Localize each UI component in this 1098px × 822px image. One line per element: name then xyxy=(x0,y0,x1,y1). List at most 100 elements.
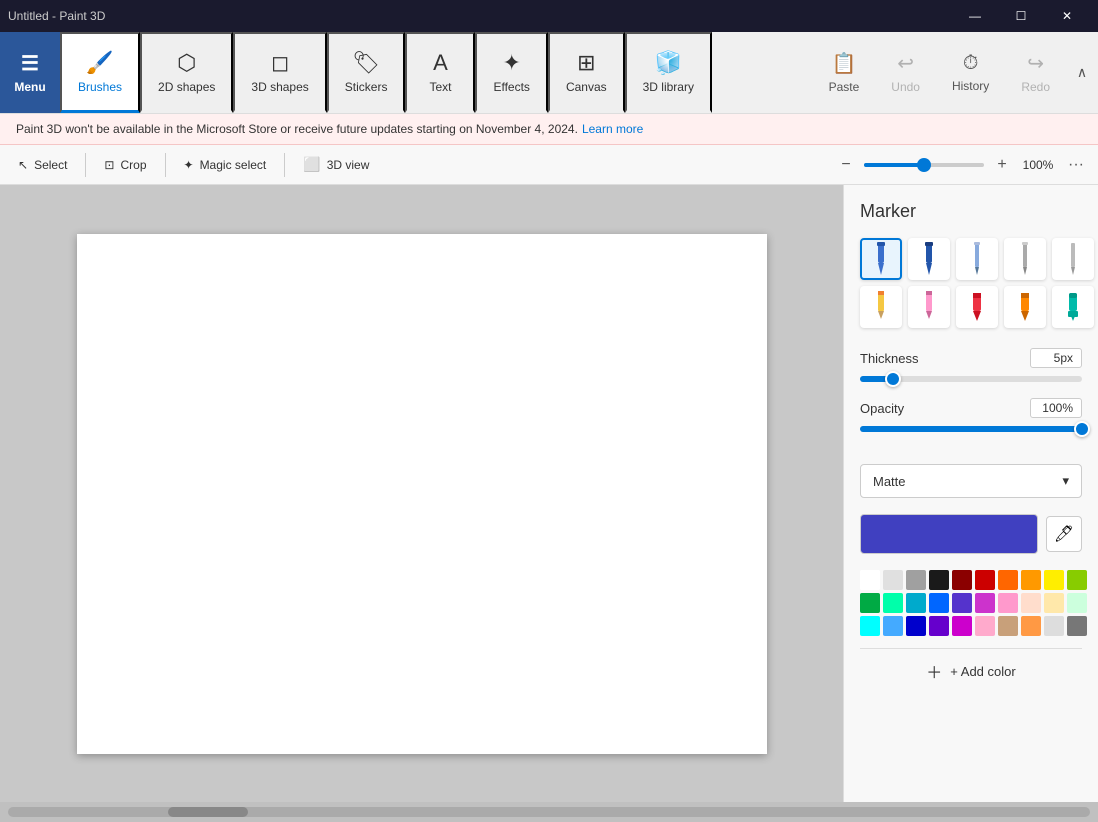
color-cell-21[interactable] xyxy=(883,616,903,636)
color-cell-8[interactable] xyxy=(1044,570,1064,590)
zoom-thumb[interactable] xyxy=(917,158,931,172)
tool-crop-button[interactable]: ⊡Crop xyxy=(94,154,156,176)
color-cell-14[interactable] xyxy=(952,593,972,613)
ribbon-action-history[interactable]: ⏱History xyxy=(936,32,1005,113)
minimize-button[interactable]: — xyxy=(952,0,998,32)
scrollbar-thumb[interactable] xyxy=(168,807,248,817)
tab-icon-2dshapes: ⬡ xyxy=(177,50,196,76)
color-cell-10[interactable] xyxy=(860,593,880,613)
brush-grid xyxy=(860,238,1082,328)
tab-icon-stickers: 🏷 xyxy=(352,50,380,76)
horizontal-scrollbar[interactable] xyxy=(8,807,1090,817)
ribbon-action-undo: ↩Undo xyxy=(875,32,936,113)
tool-separator-2 xyxy=(165,153,166,177)
color-cell-1[interactable] xyxy=(883,570,903,590)
ribbon-tab-canvas[interactable]: ⊞Canvas xyxy=(548,32,625,113)
color-cell-28[interactable] xyxy=(1044,616,1064,636)
ribbon-action-paste[interactable]: 📋Paste xyxy=(813,32,876,113)
scrollbar-area xyxy=(0,802,1098,822)
window-controls: — ☐ ✕ xyxy=(952,0,1090,32)
drawing-canvas[interactable] xyxy=(77,234,767,754)
color-cell-7[interactable] xyxy=(1021,570,1041,590)
close-button[interactable]: ✕ xyxy=(1044,0,1090,32)
ribbon-tabs: 🖌️Brushes⬡2D shapes◻3D shapes🏷StickersAT… xyxy=(60,32,712,113)
color-cell-15[interactable] xyxy=(975,593,995,613)
brush-button-9[interactable] xyxy=(1052,286,1094,328)
color-cell-16[interactable] xyxy=(998,593,1018,613)
opacity-value[interactable]: 100% xyxy=(1030,398,1082,418)
color-cell-24[interactable] xyxy=(952,616,972,636)
thickness-slider[interactable] xyxy=(860,376,1082,382)
ribbon-tab-effects[interactable]: ✦Effects xyxy=(475,32,547,113)
thickness-value[interactable]: 5px xyxy=(1030,348,1082,368)
color-cell-19[interactable] xyxy=(1067,593,1087,613)
more-options-button[interactable]: ··· xyxy=(1062,151,1090,179)
brush-button-5[interactable] xyxy=(860,286,902,328)
notification-link[interactable]: Learn more xyxy=(582,122,643,136)
zoom-slider[interactable] xyxy=(864,163,984,167)
ribbon-tab-stickers[interactable]: 🏷Stickers xyxy=(327,32,406,113)
zoom-value: 100% xyxy=(1020,158,1056,172)
brush-button-7[interactable] xyxy=(956,286,998,328)
color-cell-22[interactable] xyxy=(906,616,926,636)
ribbon-tab-text[interactable]: AText xyxy=(405,32,475,113)
add-color-button[interactable]: ＋ + Add color xyxy=(860,648,1082,693)
active-color-swatch[interactable] xyxy=(860,514,1038,554)
thickness-thumb[interactable] xyxy=(885,371,901,387)
3d-view-button[interactable]: ⬜ 3D view xyxy=(293,152,379,177)
brush-button-1[interactable] xyxy=(908,238,950,280)
ribbon-tab-2dshapes[interactable]: ⬡2D shapes xyxy=(140,32,233,113)
brush-button-0[interactable] xyxy=(860,238,902,280)
brush-button-8[interactable] xyxy=(1004,286,1046,328)
color-cell-26[interactable] xyxy=(998,616,1018,636)
zoom-out-button[interactable]: − xyxy=(834,153,858,177)
tool-magic-select-icon: ✦ xyxy=(184,158,194,172)
material-label: Matte xyxy=(873,474,906,489)
opacity-slider[interactable] xyxy=(860,426,1082,432)
color-cell-13[interactable] xyxy=(929,593,949,613)
color-cell-20[interactable] xyxy=(860,616,880,636)
title-bar: Untitled - Paint 3D — ☐ ✕ xyxy=(0,0,1098,32)
thickness-label: Thickness xyxy=(860,351,919,366)
color-cell-27[interactable] xyxy=(1021,616,1041,636)
zoom-track xyxy=(864,163,924,167)
tab-icon-text: A xyxy=(433,50,448,76)
color-cell-12[interactable] xyxy=(906,593,926,613)
opacity-thumb[interactable] xyxy=(1074,421,1090,437)
zoom-in-button[interactable]: + xyxy=(990,153,1014,177)
ribbon-tab-3dshapes[interactable]: ◻3D shapes xyxy=(233,32,326,113)
color-cell-4[interactable] xyxy=(952,570,972,590)
color-cell-11[interactable] xyxy=(883,593,903,613)
brush-button-4[interactable] xyxy=(1052,238,1094,280)
3d-view-label: 3D view xyxy=(327,158,370,172)
maximize-button[interactable]: ☐ xyxy=(998,0,1044,32)
color-cell-9[interactable] xyxy=(1067,570,1087,590)
color-cell-18[interactable] xyxy=(1044,593,1064,613)
color-cell-17[interactable] xyxy=(1021,593,1041,613)
menu-label: Menu xyxy=(14,80,45,94)
ribbon-collapse-button[interactable]: ∧ xyxy=(1066,32,1098,113)
brush-button-3[interactable] xyxy=(1004,238,1046,280)
brush-button-2[interactable] xyxy=(956,238,998,280)
color-cell-23[interactable] xyxy=(929,616,949,636)
material-dropdown[interactable]: Matte ▾ xyxy=(860,464,1082,498)
ribbon-action-redo: ↪Redo xyxy=(1005,32,1066,113)
color-cell-6[interactable] xyxy=(998,570,1018,590)
color-cell-3[interactable] xyxy=(929,570,949,590)
ribbon-tab-brushes[interactable]: 🖌️Brushes xyxy=(60,32,140,113)
canvas-area[interactable] xyxy=(0,185,843,802)
brush-button-6[interactable] xyxy=(908,286,950,328)
color-cell-25[interactable] xyxy=(975,616,995,636)
color-cell-0[interactable] xyxy=(860,570,880,590)
panel-title: Marker xyxy=(860,201,1082,222)
tool-magic-select-button[interactable]: ✦Magic select xyxy=(174,154,277,176)
color-cell-29[interactable] xyxy=(1067,616,1087,636)
tool-select-button[interactable]: ↖Select xyxy=(8,154,77,176)
eyedropper-button[interactable]: 🖊 xyxy=(1046,516,1082,552)
menu-button[interactable]: ☰ Menu xyxy=(0,32,60,113)
color-cell-2[interactable] xyxy=(906,570,926,590)
color-cell-5[interactable] xyxy=(975,570,995,590)
zoom-area: − + 100% ··· xyxy=(834,151,1090,179)
ribbon-tab-3dlibrary[interactable]: 🧊3D library xyxy=(625,32,712,113)
color-palette xyxy=(860,570,1082,636)
